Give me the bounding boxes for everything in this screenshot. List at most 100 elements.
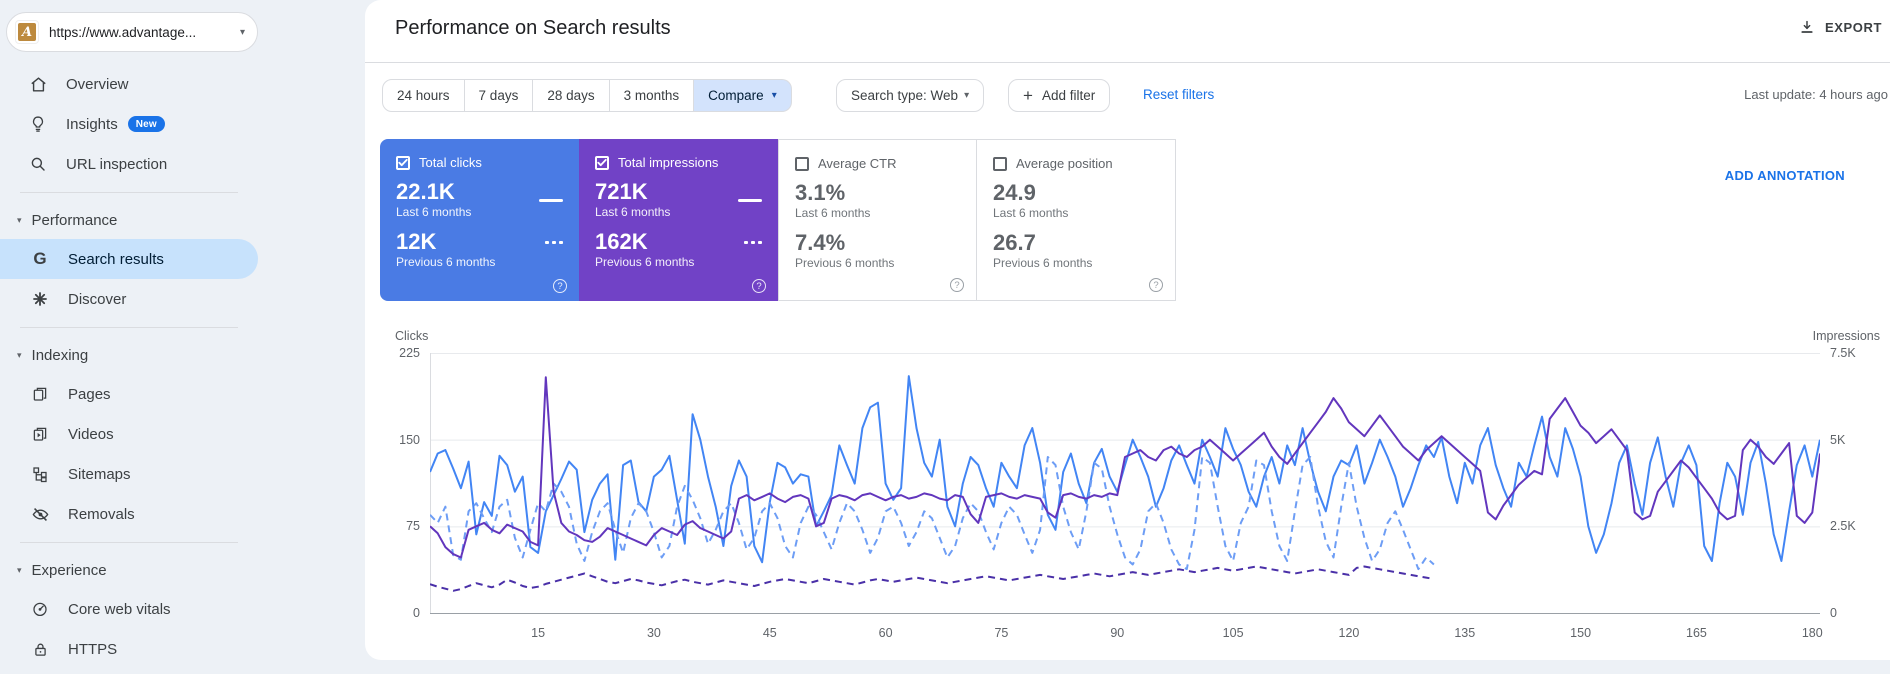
sidebar-item-https[interactable]: HTTPS xyxy=(0,629,258,669)
sidebar-item-search-results[interactable]: G Search results xyxy=(0,239,258,279)
plus-icon: + xyxy=(1023,85,1033,105)
property-url: https://www.advantage... xyxy=(49,24,197,40)
card-label-row: Total impressions xyxy=(595,155,762,170)
metric-card-total-clicks[interactable]: Total clicks 22.1K Last 6 months 12K Previou… xyxy=(380,139,579,301)
metric-card-label: Average CTR xyxy=(818,156,897,171)
eye-off-icon xyxy=(30,504,50,524)
sidebar-item-insights[interactable]: Insights New xyxy=(0,104,258,144)
solid-line-legend-icon xyxy=(738,199,762,202)
sidebar-item-overview[interactable]: Overview xyxy=(0,64,258,104)
range-3-months-button[interactable]: 3 months xyxy=(609,79,695,112)
right-axis-tick: 2.5K xyxy=(1830,519,1856,534)
google-g-icon: G xyxy=(33,249,47,268)
compare-button[interactable]: Compare ▾ xyxy=(694,79,792,112)
metric-cards: Total clicks 22.1K Last 6 months 12K Previou… xyxy=(380,139,1176,301)
sidebar-divider xyxy=(20,192,238,193)
google-search-console-app: { "property": { "url": "https://www.adva… xyxy=(0,0,1890,674)
sidebar-item-label: URL inspection xyxy=(66,155,168,173)
performance-chart[interactable] xyxy=(429,353,1821,614)
metric-card-total-impressions[interactable]: Total impressions 721K Last 6 months 162K Pr… xyxy=(579,139,778,301)
search-icon xyxy=(28,154,48,174)
checkbox-checked-icon[interactable] xyxy=(396,155,410,170)
card-label-row: Total clicks xyxy=(396,155,563,170)
help-icon[interactable]: ? xyxy=(1149,278,1163,292)
range-7-days-button[interactable]: 7 days xyxy=(464,79,534,112)
export-button[interactable]: EXPORT xyxy=(1799,19,1882,35)
chart-series-impressions-previous-6-months xyxy=(429,565,1435,592)
checkbox-unchecked-icon[interactable] xyxy=(993,156,1007,171)
sidebar-section-indexing[interactable]: ▾ Indexing xyxy=(0,336,258,374)
metric-card-average-position[interactable]: Average position 24.9 Last 6 months 26.7 Pre… xyxy=(977,139,1176,301)
add-filter-button[interactable]: + Add filter xyxy=(1008,79,1111,112)
checkbox-checked-icon[interactable] xyxy=(595,155,609,170)
metric-previous-period: Previous 6 months xyxy=(795,256,895,270)
range-28-days-button[interactable]: 28 days xyxy=(533,79,610,112)
lock-icon xyxy=(30,639,50,659)
chevron-down-icon: ▾ xyxy=(17,214,22,225)
sidebar-divider xyxy=(20,327,238,328)
sidebar-nav: Overview Insights New URL inspection ▾ Perfor… xyxy=(0,64,258,669)
sidebar-section-label: Indexing xyxy=(31,346,89,364)
chart-series-clicks-last-6-months xyxy=(429,375,1821,564)
sidebar-divider xyxy=(20,542,238,543)
property-selector[interactable]: A https://www.advantage... ▾ xyxy=(6,12,258,52)
metric-card-label: Total impressions xyxy=(618,155,719,170)
right-axis-tick: 5K xyxy=(1830,432,1846,447)
left-axis-tick: 0 xyxy=(413,606,420,620)
videos-icon xyxy=(30,424,50,444)
range-24-hours-button[interactable]: 24 hours xyxy=(382,79,465,112)
card-label-row: Average position xyxy=(993,156,1159,171)
asterisk-icon xyxy=(30,289,50,309)
search-type-label: Search type: Web xyxy=(851,88,959,103)
sidebar-item-url-inspection[interactable]: URL inspection xyxy=(0,144,258,184)
checkbox-unchecked-icon[interactable] xyxy=(795,156,809,171)
reset-filters-link[interactable]: Reset filters xyxy=(1143,87,1214,102)
chevron-down-icon: ▾ xyxy=(17,349,22,360)
metric-previous-period: Previous 6 months xyxy=(595,255,695,269)
metric-current-value: 3.1% xyxy=(795,180,846,205)
sidebar-section-performance[interactable]: ▾ Performance xyxy=(0,201,258,239)
metric-current-value: 24.9 xyxy=(993,180,1036,205)
sidebar: A https://www.advantage... ▾ Overview Ins… xyxy=(0,0,365,674)
property-favicon: A xyxy=(15,20,39,44)
left-axis-tick: 75 xyxy=(406,519,420,534)
chevron-down-icon: ▾ xyxy=(964,90,970,101)
search-type-filter[interactable]: Search type: Web ▾ xyxy=(836,79,985,112)
help-icon[interactable]: ? xyxy=(950,278,964,292)
x-axis-tick: 15 xyxy=(531,626,546,640)
chevron-down-icon: ▾ xyxy=(771,90,777,101)
speedometer-icon xyxy=(30,599,50,619)
sidebar-section-experience[interactable]: ▾ Experience xyxy=(0,551,258,589)
metric-current-value: 721K xyxy=(595,179,648,204)
sidebar-item-sitemaps[interactable]: Sitemaps xyxy=(0,454,258,494)
metric-card-label: Average position xyxy=(1016,156,1113,171)
sidebar-item-label: Core web vitals xyxy=(68,600,171,618)
sidebar-item-removals[interactable]: Removals xyxy=(0,494,258,534)
metric-card-label: Total clicks xyxy=(419,155,482,170)
right-axis-tick: 0 xyxy=(1830,606,1837,620)
x-axis-tick: 60 xyxy=(878,626,893,640)
dashed-line-legend-icon xyxy=(542,241,563,244)
main-panel: Performance on Search results EXPORT 24 … xyxy=(365,0,1890,660)
sidebar-item-core-web-vitals[interactable]: Core web vitals xyxy=(0,589,258,629)
sidebar-item-videos[interactable]: Videos xyxy=(0,414,258,454)
sidebar-item-discover[interactable]: Discover xyxy=(0,279,258,319)
x-axis-tick: 90 xyxy=(1110,626,1125,640)
export-label: EXPORT xyxy=(1824,19,1882,35)
help-icon[interactable]: ? xyxy=(553,279,567,293)
new-badge: New xyxy=(127,116,165,132)
sidebar-item-label: Pages xyxy=(68,385,111,403)
sidebar-item-label: Sitemaps xyxy=(68,465,131,483)
right-axis-tick: 7.5K xyxy=(1830,346,1856,360)
right-axis-title: Impressions xyxy=(1812,329,1880,343)
x-axis-tick: 45 xyxy=(762,626,777,640)
help-icon[interactable]: ? xyxy=(752,279,766,293)
lightbulb-icon xyxy=(28,114,48,134)
metric-current-period: Last 6 months xyxy=(795,206,871,220)
metric-card-average-ctr[interactable]: Average CTR 3.1% Last 6 months 7.4% Previous… xyxy=(778,139,977,301)
chart-canvas xyxy=(429,353,1821,614)
metric-previous-period: Previous 6 months xyxy=(396,255,496,269)
add-annotation-link[interactable]: ADD ANNOTATION xyxy=(1725,168,1845,183)
sidebar-item-pages[interactable]: Pages xyxy=(0,374,258,414)
left-axis-tick: 150 xyxy=(399,432,420,447)
